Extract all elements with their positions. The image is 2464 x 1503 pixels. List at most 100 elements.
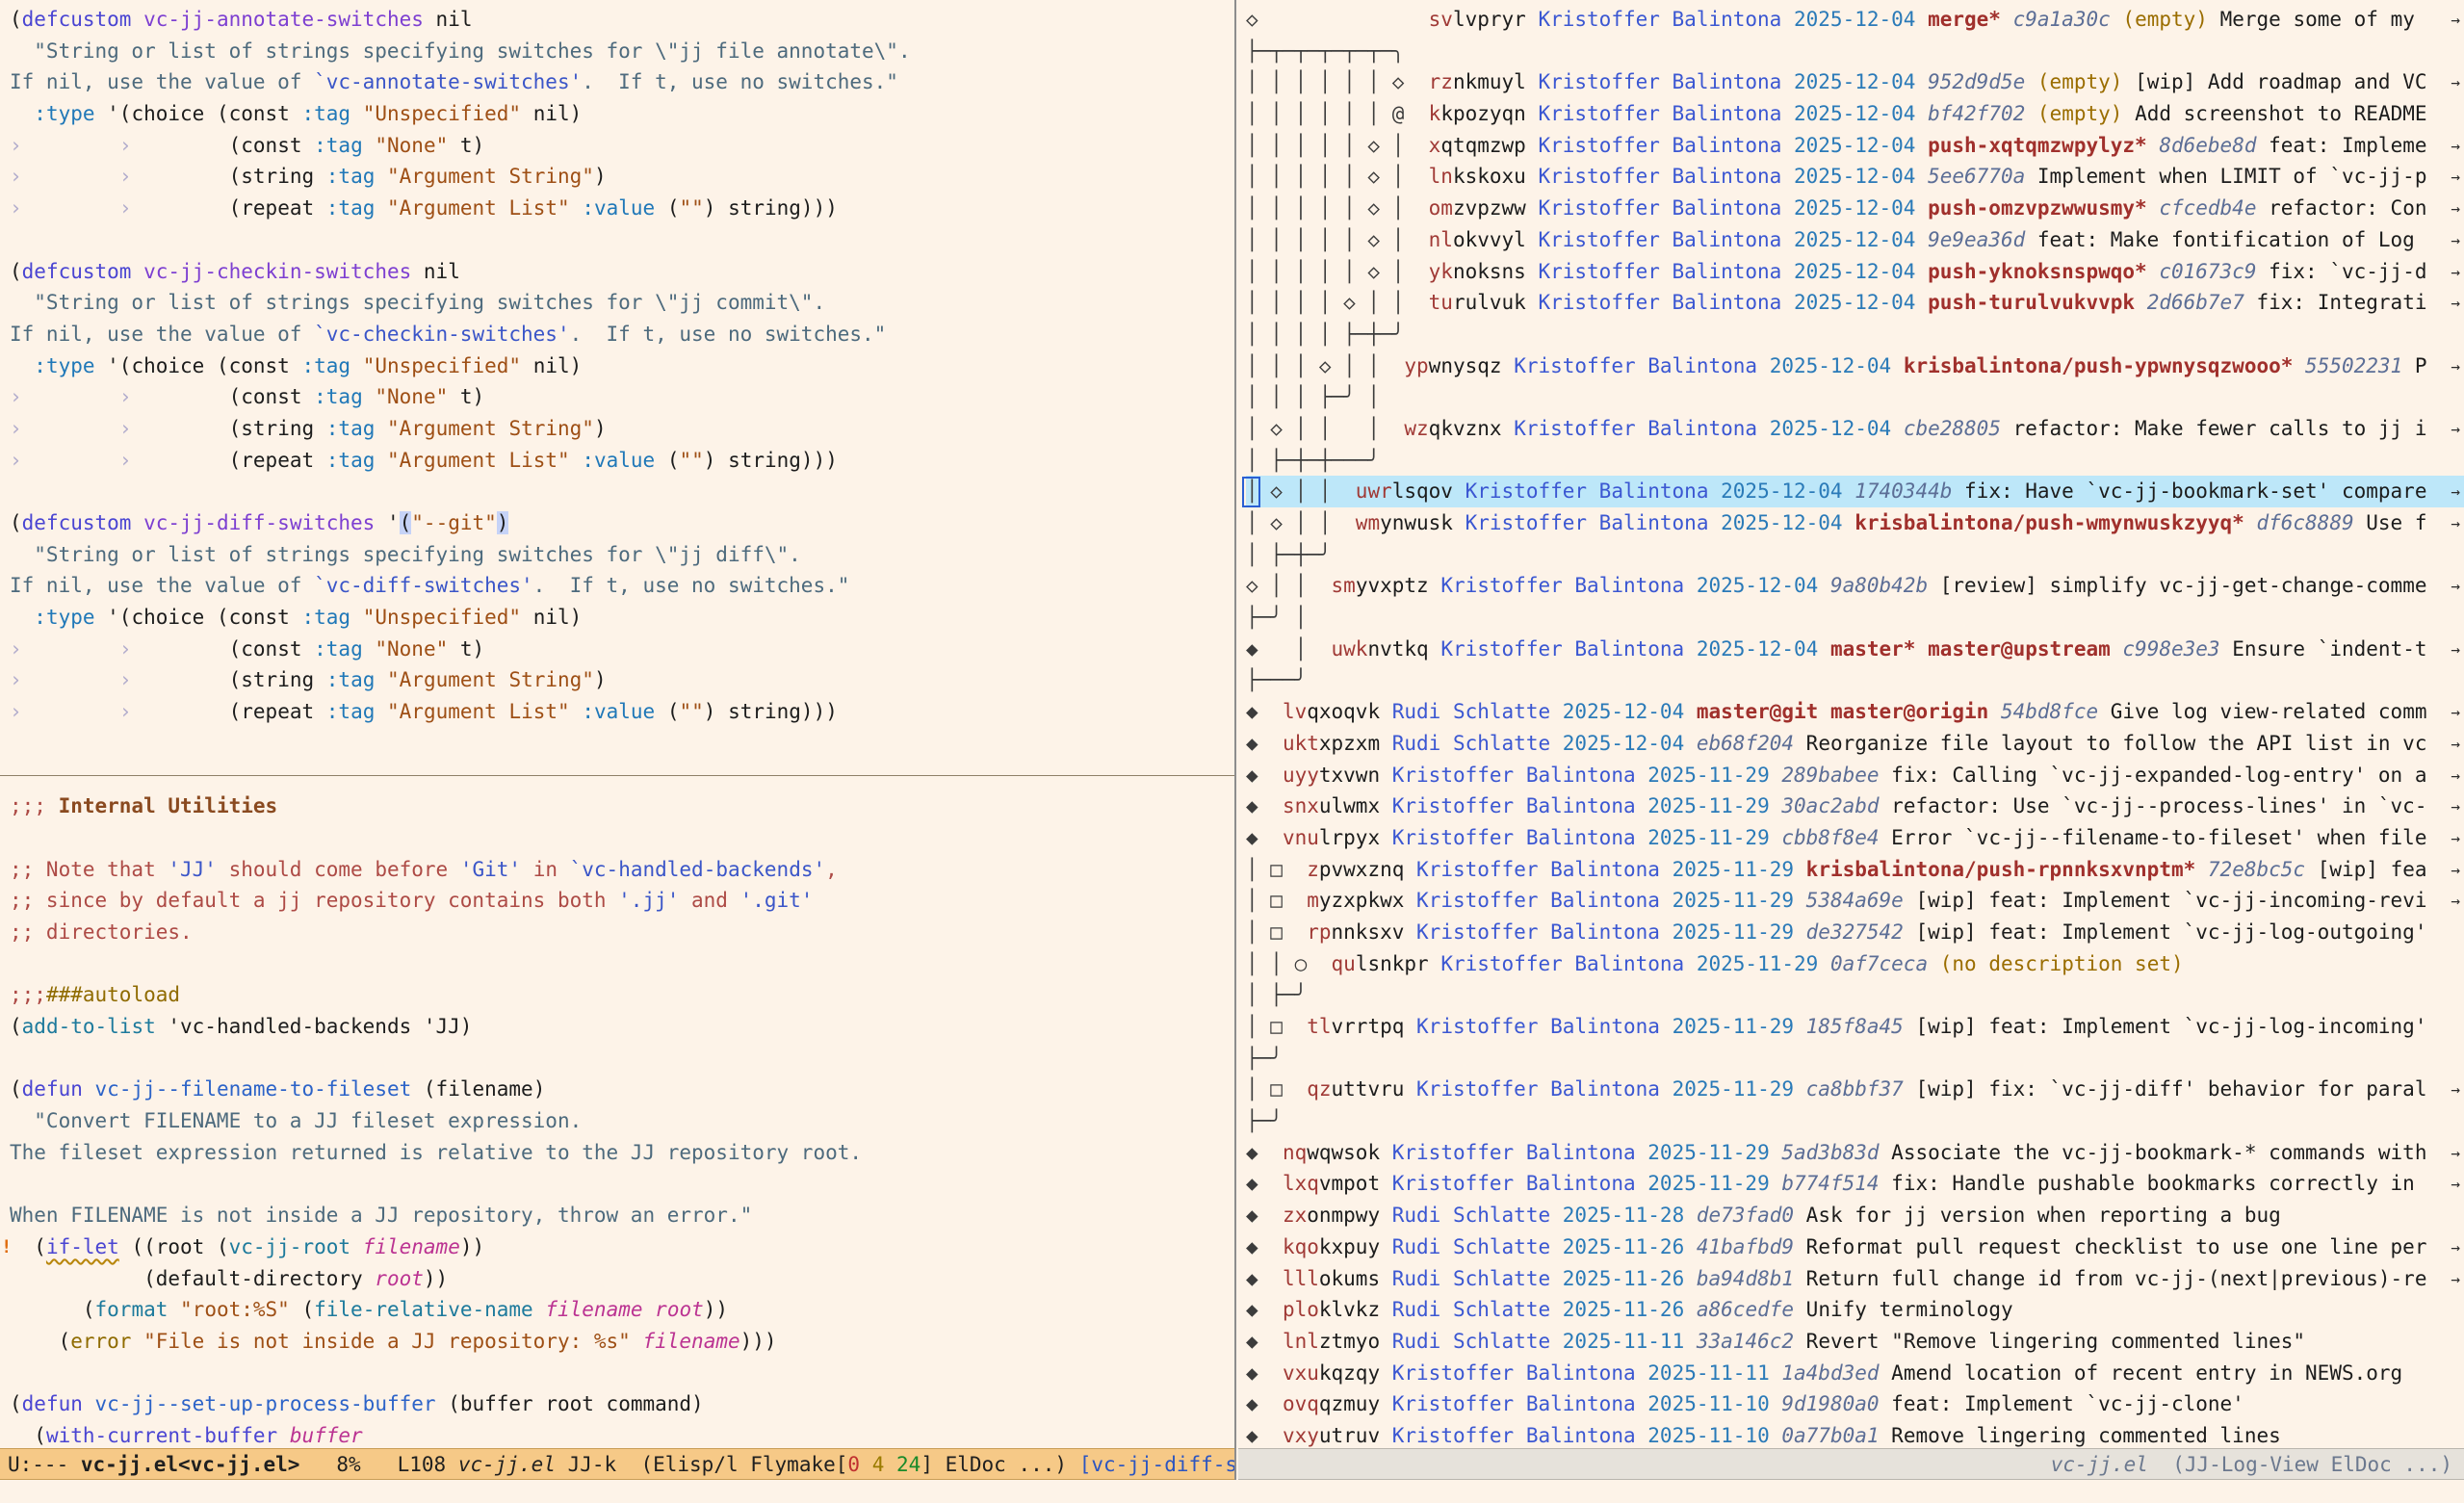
code-line-blank[interactable] xyxy=(10,1168,1234,1200)
log-row[interactable]: │ ◇ │ │ uwrlsqov Kristoffer Balintona 20… xyxy=(1246,476,2464,507)
code-line[interactable]: (format "root:%S" (file-relative-name fi… xyxy=(10,1294,1234,1326)
log-graph-row[interactable]: │ ├─┼─┼───╯ xyxy=(1246,445,2464,477)
log-row[interactable]: │ │ │ │ │ ◇ │ lnkskoxu Kristoffer Balint… xyxy=(1246,161,2464,193)
code-line[interactable]: If nil, use the value of `vc-diff-switch… xyxy=(10,570,1234,602)
log-row[interactable]: │ │ │ │ │ │ @ kkpozyqn Kristoffer Balint… xyxy=(1246,98,2464,130)
code-line[interactable]: (default-directory root)) xyxy=(10,1263,1234,1295)
code-line-blank[interactable] xyxy=(10,822,1234,854)
code-line[interactable]: (defun vc-jj--filename-to-fileset (filen… xyxy=(10,1074,1234,1105)
log-row[interactable]: │ ◇ │ │ wmynwusk Kristoffer Balintona 20… xyxy=(1246,507,2464,539)
log-graph-row[interactable]: │ ├─┼─╯ xyxy=(1246,539,2464,571)
log-row[interactable]: │ │ │ │ ◇ │ │ turulvuk Kristoffer Balint… xyxy=(1246,287,2464,319)
code-line[interactable]: "String or list of strings specifying sw… xyxy=(10,287,1234,319)
log-row[interactable]: ◆ snxulwmx Kristoffer Balintona 2025-11-… xyxy=(1246,790,2464,822)
log-row[interactable]: ◆ ploklvkz Rudi Schlatte 2025-11-26 a86c… xyxy=(1246,1294,2464,1326)
code-line[interactable]: (defcustom vc-jj-diff-switches '("--git"… xyxy=(10,507,1234,539)
code-line-blank[interactable] xyxy=(10,1043,1234,1075)
log-row[interactable]: ◆ ovqqzmuy Kristoffer Balintona 2025-11-… xyxy=(1246,1388,2464,1420)
modeline-active[interactable]: U:--- vc-jj.el<vc-jj.el> 8% L108 vc-jj.e… xyxy=(0,1448,1234,1480)
code-line[interactable]: › › (repeat :tag "Argument List" :value … xyxy=(10,696,1234,728)
log-row[interactable]: │ │ │ │ │ ◇ │ omzvpzww Kristoffer Balint… xyxy=(1246,193,2464,224)
code-line[interactable]: › › (string :tag "Argument String") xyxy=(10,413,1234,445)
log-row[interactable]: ◇ svlvpryr Kristoffer Balintona 2025-12-… xyxy=(1246,4,2464,36)
log-row[interactable]: ◆ uktxpzxm Rudi Schlatte 2025-12-04 eb68… xyxy=(1246,728,2464,760)
code-line-blank[interactable] xyxy=(10,224,1234,256)
log-graph-row[interactable]: ├───╯ xyxy=(1246,664,2464,696)
commit-hash: 1a4bd3ed xyxy=(1781,1361,1879,1385)
log-row[interactable]: │ □ tlvrrtpq Kristoffer Balintona 2025-1… xyxy=(1246,1011,2464,1043)
log-row[interactable]: ◆ vxukqzqy Kristoffer Balintona 2025-11-… xyxy=(1246,1358,2464,1389)
code-line[interactable]: :type '(choice (const :tag "Unspecified"… xyxy=(10,602,1234,634)
code-line-blank[interactable] xyxy=(10,1358,1234,1389)
change-id-rest: nvtkq xyxy=(1367,637,1428,661)
code-line[interactable]: "String or list of strings specifying sw… xyxy=(10,539,1234,571)
code-line[interactable]: ;; Note that 'JJ' should come before 'Gi… xyxy=(10,854,1234,886)
log-row[interactable]: │ ◇ │ │ │ wzqkvznx Kristoffer Balintona … xyxy=(1246,413,2464,445)
code-line[interactable]: ;; directories. xyxy=(10,917,1234,948)
code-line[interactable]: (defcustom vc-jj-checkin-switches nil xyxy=(10,256,1234,288)
log-buffer-window[interactable]: ◇ svlvpryr Kristoffer Balintona 2025-12-… xyxy=(1236,0,2464,1448)
code-line[interactable]: When FILENAME is not inside a JJ reposit… xyxy=(10,1200,1234,1231)
code-line[interactable]: › › (string :tag "Argument String") xyxy=(10,161,1234,193)
code-line[interactable]: (error "File is not inside a JJ reposito… xyxy=(10,1326,1234,1358)
log-graph-row[interactable]: │ ├─╯ xyxy=(1246,979,2464,1011)
log-row[interactable]: │ □ myzxpkwx Kristoffer Balintona 2025-1… xyxy=(1246,885,2464,917)
log-row[interactable]: │ │ │ │ │ │ ◇ rznkmuyl Kristoffer Balint… xyxy=(1246,66,2464,98)
code-line[interactable]: ;;; Internal Utilities xyxy=(10,790,1234,822)
code-line[interactable]: › › (string :tag "Argument String") xyxy=(10,664,1234,696)
log-graph-row[interactable]: ├─╯ xyxy=(1246,1043,2464,1075)
log-graph-row[interactable]: ├─┬─┬─┬─┬─┬─╮ xyxy=(1246,36,2464,67)
log-row[interactable]: │ │ │ ◇ │ │ ypwnysqz Kristoffer Balinton… xyxy=(1246,350,2464,382)
log-row[interactable]: │ □ rpnnksxv Kristoffer Balintona 2025-1… xyxy=(1246,917,2464,948)
log-graph-row[interactable]: ├─╯ xyxy=(1246,1105,2464,1137)
log-row[interactable]: ◆ lvqxoqvk Rudi Schlatte 2025-12-04 mast… xyxy=(1246,696,2464,728)
log-graph-row[interactable]: │ │ │ ├─╯ │ xyxy=(1246,381,2464,413)
code-line[interactable]: › › (const :tag "None" t) xyxy=(10,634,1234,665)
log-row[interactable]: │ □ zpvwxznq Kristoffer Balintona 2025-1… xyxy=(1246,854,2464,886)
log-row[interactable]: ◆ zxonmpwy Rudi Schlatte 2025-11-28 de73… xyxy=(1246,1200,2464,1231)
log-row[interactable]: ◆ kqokxpuy Rudi Schlatte 2025-11-26 41ba… xyxy=(1246,1231,2464,1263)
code-line[interactable]: "String or list of strings specifying sw… xyxy=(10,36,1234,67)
code-line[interactable]: If nil, use the value of `vc-checkin-swi… xyxy=(10,319,1234,350)
log-row[interactable]: ◇ │ │ smyvxptz Kristoffer Balintona 2025… xyxy=(1246,570,2464,602)
page-break-rule[interactable] xyxy=(10,760,1234,791)
log-row[interactable]: │ □ qzuttvru Kristoffer Balintona 2025-1… xyxy=(1246,1074,2464,1105)
log-row[interactable]: ◆ nqwqwsok Kristoffer Balintona 2025-11-… xyxy=(1246,1137,2464,1169)
code-line-blank[interactable] xyxy=(10,476,1234,507)
flymake-warning-icon[interactable]: ! xyxy=(1,1231,12,1263)
code-line[interactable]: The fileset expression returned is relat… xyxy=(10,1137,1234,1169)
code-line[interactable]: (defcustom vc-jj-annotate-switches nil xyxy=(10,4,1234,36)
log-row[interactable]: ◆ lnlztmyo Rudi Schlatte 2025-11-11 33a1… xyxy=(1246,1326,2464,1358)
log-row[interactable]: │ │ ○ qulsnkpr Kristoffer Balintona 2025… xyxy=(1246,948,2464,980)
log-graph-row[interactable]: ├─╯ │ xyxy=(1246,602,2464,634)
code-line[interactable]: :type '(choice (const :tag "Unspecified"… xyxy=(10,350,1234,382)
code-line[interactable]: "Convert FILENAME to a JJ fileset expres… xyxy=(10,1105,1234,1137)
code-line[interactable]: (defun vc-jj--set-up-process-buffer (buf… xyxy=(10,1388,1234,1420)
log-row[interactable]: ◆ vxyutruv Kristoffer Balintona 2025-11-… xyxy=(1246,1420,2464,1448)
code-line[interactable]: If nil, use the value of `vc-annotate-sw… xyxy=(10,66,1234,98)
modeline-inactive[interactable]: U:%%- *vc-change-log* Top L16 vc-jj.el (… xyxy=(1238,1448,2464,1480)
log-row[interactable]: ◆ lxqvmpot Kristoffer Balintona 2025-11-… xyxy=(1246,1168,2464,1200)
log-graph-row[interactable]: │ │ │ │ ├─┼─╯ xyxy=(1246,319,2464,350)
log-row[interactable]: ◆ uyytxvwn Kristoffer Balintona 2025-11-… xyxy=(1246,760,2464,791)
echo-area[interactable] xyxy=(0,1481,2464,1503)
code-line[interactable]: (add-to-list 'vc-handled-backends 'JJ) xyxy=(10,1011,1234,1043)
code-line-blank[interactable] xyxy=(10,948,1234,980)
log-row[interactable]: ◆ vnulrpyx Kristoffer Balintona 2025-11-… xyxy=(1246,822,2464,854)
code-line[interactable]: › › (repeat :tag "Argument List" :value … xyxy=(10,445,1234,477)
code-buffer-window[interactable]: (defcustom vc-jj-annotate-switches nil "… xyxy=(0,0,1234,1448)
log-row[interactable]: │ │ │ │ │ ◇ │ xqtqmzwp Kristoffer Balint… xyxy=(1246,130,2464,162)
log-row[interactable]: ◆ lllokums Rudi Schlatte 2025-11-26 ba94… xyxy=(1246,1263,2464,1295)
log-row[interactable]: │ │ │ │ │ ◇ │ nlokvvyl Kristoffer Balint… xyxy=(1246,224,2464,256)
code-line[interactable]: (if-let ((root (vc-jj-root filename)) xyxy=(10,1231,1234,1263)
code-line[interactable]: › › (repeat :tag "Argument List" :value … xyxy=(10,193,1234,224)
code-line[interactable]: › › (const :tag "None" t) xyxy=(10,381,1234,413)
log-row[interactable]: ◆ │ uwknvtkq Kristoffer Balintona 2025-1… xyxy=(1246,634,2464,665)
code-line[interactable]: (with-current-buffer buffer xyxy=(10,1420,1234,1448)
code-line[interactable]: ;;;###autoload xyxy=(10,979,1234,1011)
code-line[interactable]: ;; since by default a jj repository cont… xyxy=(10,885,1234,917)
code-line[interactable]: › › (const :tag "None" t) xyxy=(10,130,1234,162)
log-row[interactable]: │ │ │ │ │ ◇ │ yknoksns Kristoffer Balint… xyxy=(1246,256,2464,288)
code-line[interactable]: :type '(choice (const :tag "Unspecified"… xyxy=(10,98,1234,130)
code-line-blank[interactable] xyxy=(10,728,1234,760)
